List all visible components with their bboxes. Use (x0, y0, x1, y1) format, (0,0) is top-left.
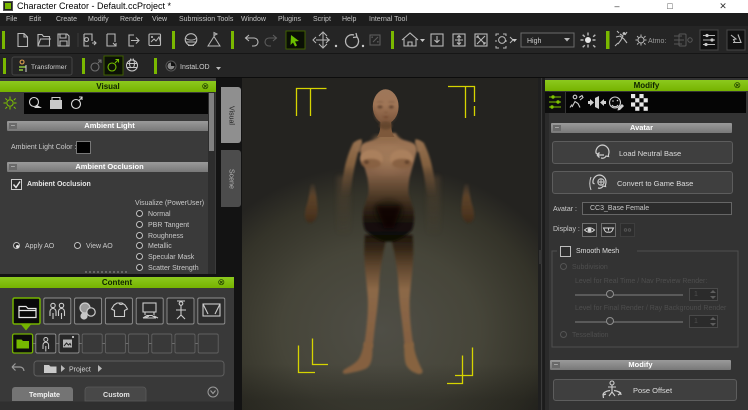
svg-text:Project: Project (69, 367, 91, 374)
svg-text:High: High (527, 38, 542, 45)
svg-text:Template: Template (29, 390, 60, 399)
svg-text:InstaLOD: InstaLOD (180, 64, 210, 71)
svg-text:Custom: Custom (103, 390, 130, 399)
svg-text:Atmo:: Atmo: (648, 38, 666, 45)
svg-text:Transformer: Transformer (31, 64, 67, 71)
